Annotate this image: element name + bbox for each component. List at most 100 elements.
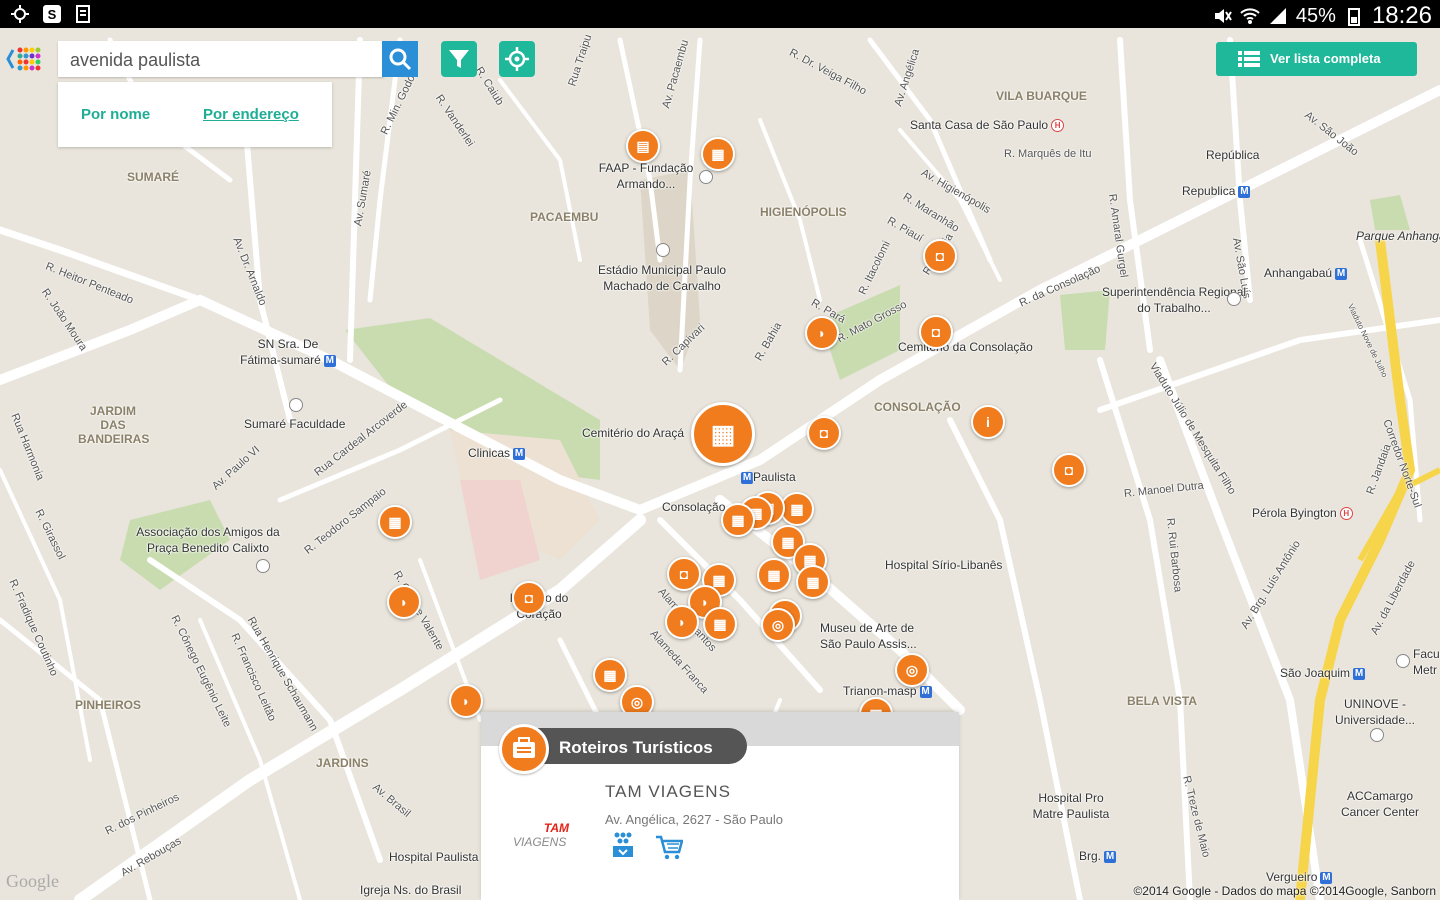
restaurant-pin[interactable]: ◎: [895, 653, 929, 687]
bar-pin[interactable]: ◗: [449, 684, 483, 718]
search-input[interactable]: [68, 47, 372, 73]
status-bar: S 45% 18:26: [0, 0, 1440, 29]
hospital-icon: H: [1339, 507, 1353, 521]
search-by-address-option[interactable]: Por endereço: [203, 106, 299, 123]
clock: 18:26: [1371, 2, 1432, 29]
street-label: R. Marquês de Itu: [1004, 148, 1092, 160]
battery-icon: [1347, 8, 1360, 26]
metro-icon: M: [513, 447, 526, 460]
place-label: FAAP - Fundação Armando...: [598, 161, 694, 191]
district-label: PINHEIROS: [75, 698, 142, 712]
place-label: Facu Metr: [1413, 647, 1440, 677]
svg-text:TAM: TAM: [544, 821, 570, 835]
place-label: Clinicas M: [468, 446, 526, 460]
poi-marker[interactable]: [256, 559, 270, 573]
district-label: SUMARÉ: [127, 170, 180, 184]
tour-pin[interactable]: ▦: [703, 607, 737, 641]
car-rental-pin[interactable]: ◘: [512, 581, 546, 615]
search-button[interactable]: [382, 41, 418, 77]
place-info-card[interactable]: Roteiros Turísticos TAM VIAGENS TAM VIAG…: [481, 712, 959, 900]
full-list-button[interactable]: Ver lista completa: [1216, 42, 1417, 76]
wifi-icon: [1240, 8, 1260, 24]
car-rental-pin[interactable]: ◘: [807, 416, 841, 450]
search-mode-panel: Por nome Por endereço: [58, 82, 332, 147]
company-logo: TAM VIAGENS: [511, 820, 575, 852]
company-name[interactable]: TAM VIAGENS: [605, 782, 731, 802]
district-label: JARDINS: [316, 756, 369, 770]
place-label: Museu de Arte de São Paulo Assis...: [820, 621, 917, 651]
tour-pin[interactable]: ▦: [378, 505, 412, 539]
mute-icon: [1214, 9, 1232, 23]
search-icon: [389, 48, 412, 71]
place-label: Igreja Ns. do Brasil: [360, 883, 462, 897]
tour-pin[interactable]: ▦: [593, 658, 627, 692]
car-rental-pin[interactable]: ◘: [919, 315, 953, 349]
tour-pin[interactable]: ▦: [796, 565, 830, 599]
search-box: [58, 41, 384, 77]
place-label: Cemitério do Araçá: [582, 426, 685, 440]
metro-icon: M: [741, 471, 753, 484]
place-label: São Joaquim M: [1280, 666, 1366, 680]
locate-icon: [505, 47, 529, 71]
tour-pin[interactable]: ▦: [721, 503, 755, 537]
car-rental-pin[interactable]: ◘: [923, 239, 957, 273]
car-rental-pin[interactable]: ◘: [667, 557, 701, 591]
district-label: PACAEMBU: [530, 210, 599, 224]
tour-category-icon: [499, 724, 549, 774]
place-label: Trianon-masp M: [843, 684, 932, 698]
bar-pin[interactable]: ◗: [805, 316, 839, 350]
district-label: JARDIM DAS BANDEIRAS: [78, 404, 150, 446]
category-label: Roteiros Turísticos: [559, 738, 713, 757]
car-rental-pin[interactable]: ◘: [1052, 453, 1086, 487]
full-list-label: Ver lista completa: [1270, 51, 1381, 66]
poi-marker[interactable]: [1396, 654, 1410, 668]
battery-percent: 45%: [1295, 4, 1336, 27]
accessibility-service-icon: [611, 832, 635, 858]
place-label: Vergueiro M: [1266, 870, 1333, 884]
place-label: Associação dos Amigos da Praça Benedito …: [136, 525, 280, 555]
tour-pin[interactable]: ▤: [626, 129, 660, 163]
svg-text:VIAGENS: VIAGENS: [513, 835, 566, 849]
poi-marker[interactable]: [1227, 292, 1241, 306]
restaurant-pin[interactable]: ◎: [761, 608, 795, 642]
poi-marker[interactable]: [289, 398, 303, 412]
map-attribution: ©2014 Google - Dados do mapa ©2014Google…: [1133, 884, 1436, 898]
place-label: Consolação: [662, 500, 726, 514]
filter-button[interactable]: [441, 41, 477, 77]
bar-pin[interactable]: ◗: [387, 585, 421, 619]
district-label: CONSOLAÇÃO: [874, 400, 961, 414]
place-label: M Paulista: [741, 470, 796, 484]
district-label: BELA VISTA: [1127, 694, 1198, 708]
place-label: Parque Anhanga: [1356, 229, 1440, 243]
place-label: ACCamargo Cancer Center: [1340, 789, 1420, 819]
place-label: Cemitério da Consolação: [898, 340, 1033, 354]
company-address: Av. Angélica, 2627 - São Paulo: [605, 812, 784, 827]
place-label: República: [1206, 148, 1260, 162]
metro-icon: M: [1353, 667, 1366, 680]
place-label: Pérola Byington H: [1252, 506, 1353, 521]
poi-marker[interactable]: [656, 243, 670, 257]
metro-icon: M: [1320, 871, 1333, 884]
poi-marker[interactable]: [699, 170, 713, 184]
tour-pin[interactable]: ▦: [701, 137, 735, 171]
list-icon: [1238, 51, 1260, 67]
search-by-name-option[interactable]: Por nome: [81, 106, 150, 123]
metro-icon: M: [919, 685, 932, 698]
app-logo-back-button[interactable]: [4, 44, 44, 74]
bar-pin[interactable]: ◗: [665, 605, 699, 639]
tour-pin[interactable]: ▦: [780, 492, 814, 526]
place-label: SN Sra. De Fátima-sumaré M: [240, 337, 336, 367]
place-label: UNINOVE - Universidade...: [1334, 697, 1416, 727]
svg-text:S: S: [48, 7, 57, 22]
poi-marker[interactable]: [1370, 728, 1384, 742]
info-pin[interactable]: i: [971, 405, 1005, 439]
place-label: Sumaré Faculdade: [244, 417, 346, 431]
place-label: Estádio Municipal Paulo Machado de Carva…: [597, 263, 727, 293]
shopping-cart-icon: [655, 834, 684, 860]
locate-button[interactable]: [499, 41, 535, 77]
place-label: Republica M: [1182, 184, 1251, 198]
document-icon: [76, 5, 90, 23]
tour-pin[interactable]: ▦: [757, 558, 791, 592]
place-label: Hospital Pro Matre Paulista: [1032, 791, 1110, 821]
selected-tour-pin[interactable]: ▦: [691, 402, 755, 466]
